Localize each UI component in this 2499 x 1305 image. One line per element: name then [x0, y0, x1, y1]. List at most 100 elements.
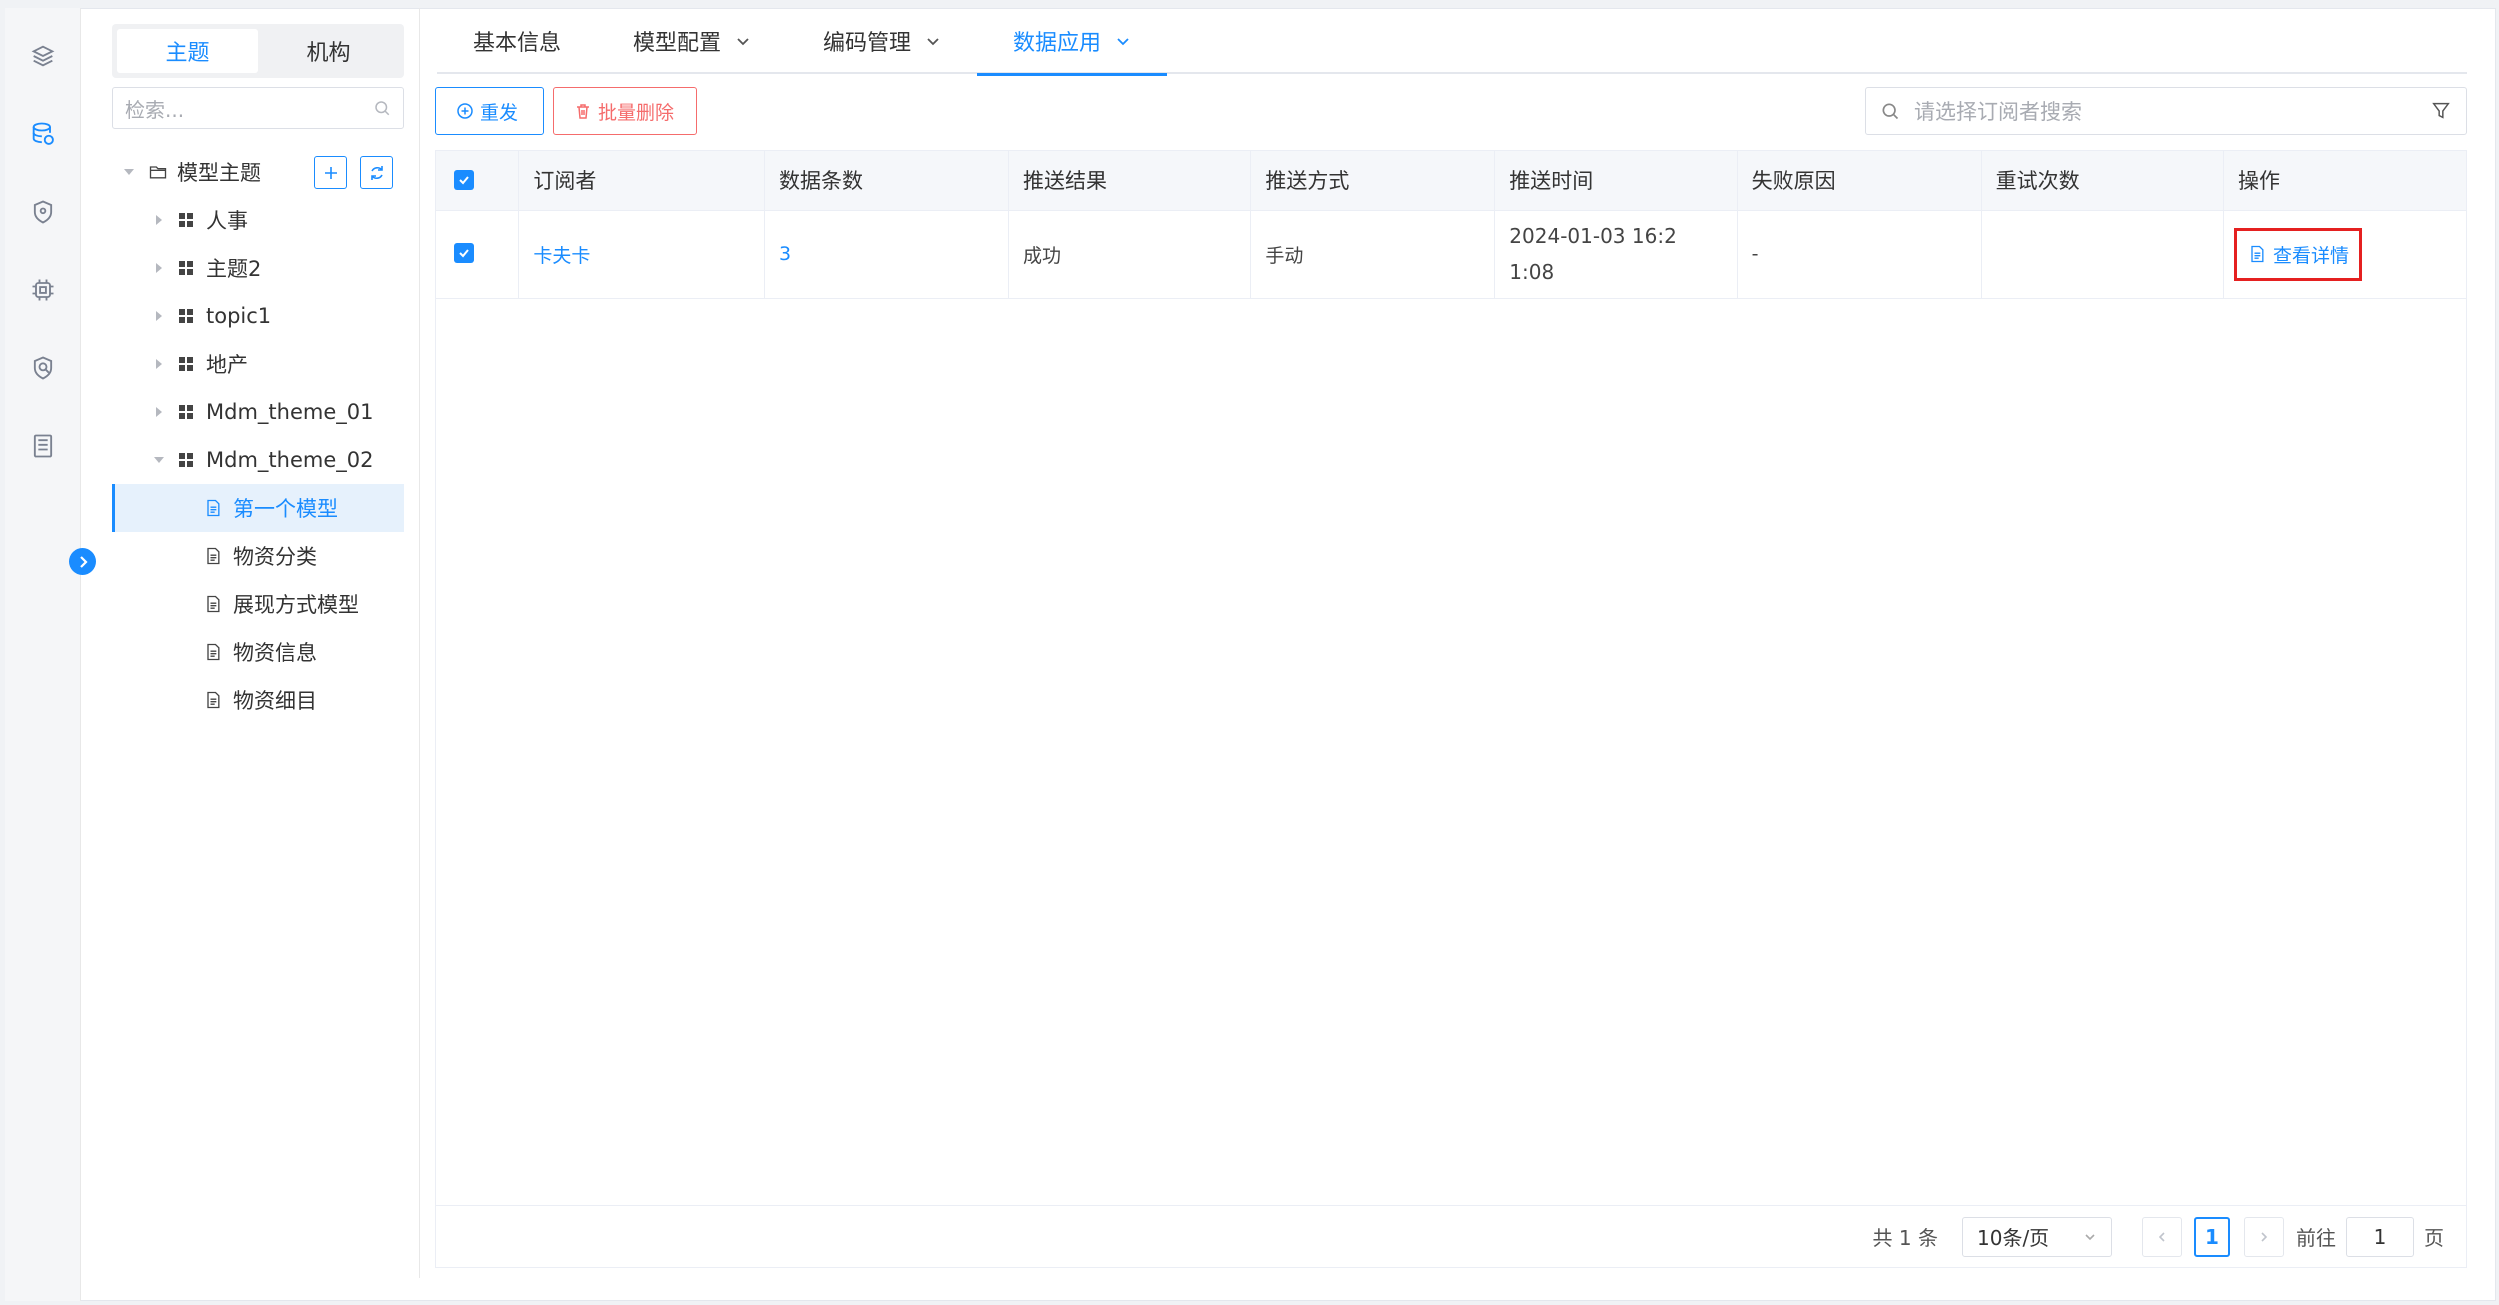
caret-right-icon[interactable] — [152, 357, 166, 371]
grid-icon — [176, 354, 196, 374]
tree-leaf[interactable]: 物资信息 — [112, 628, 404, 676]
result-cell: 成功 — [1008, 210, 1252, 299]
document-icon — [203, 690, 223, 710]
caret-right-icon[interactable] — [152, 213, 166, 227]
tree-leaf-label: 物资分类 — [233, 545, 317, 569]
table-header-row: 订阅者 数据条数 推送结果 推送方式 推送时间 失败原因 重试次数 操作 — [436, 151, 2466, 211]
document-icon — [203, 642, 223, 662]
page-suffix: 页 — [2424, 1226, 2444, 1250]
tree-search-placeholder: 检索... — [125, 97, 185, 122]
filter-icon[interactable] — [2430, 100, 2452, 122]
push-records-table: 订阅者 数据条数 推送结果 推送方式 推送时间 失败原因 重试次数 操作 卡夫卡… — [435, 150, 2467, 1268]
prev-page-button[interactable] — [2142, 1216, 2182, 1257]
method-cell: 手动 — [1250, 210, 1496, 299]
tree-node[interactable]: Mdm_theme_01 — [112, 388, 404, 436]
pagination: 共 1 条 10条/页 1 前往 1 页 — [436, 1205, 2466, 1267]
tab-code-management[interactable]: 编码管理 — [787, 8, 977, 74]
tree-panel: 主题 机构 检索... 模型主题 人事 主题2 topic1 地产 Mdm_th… — [82, 8, 420, 1278]
page-size-value: 10条/页 — [1977, 1226, 2050, 1250]
retries-cell — [1981, 210, 2225, 299]
goto-page-input[interactable]: 1 — [2346, 1216, 2414, 1257]
document-list-icon[interactable] — [29, 432, 57, 460]
layers-icon[interactable] — [29, 42, 57, 70]
caret-right-icon[interactable] — [152, 309, 166, 323]
tree-node-label: topic1 — [206, 304, 272, 328]
row-checkbox[interactable] — [454, 243, 474, 263]
tree-leaf-label: 展现方式模型 — [233, 593, 359, 617]
plus-circle-icon — [457, 103, 473, 119]
document-icon — [203, 594, 223, 614]
column-header: 重试次数 — [1981, 151, 2225, 211]
tree-node[interactable]: Mdm_theme_02 — [112, 436, 404, 484]
add-node-button[interactable] — [314, 156, 347, 189]
push-time: 2024-01-03 16:21:08 — [1509, 224, 1677, 284]
trash-icon — [577, 104, 589, 119]
column-header: 订阅者 — [518, 151, 765, 211]
shield-icon[interactable] — [29, 198, 57, 226]
select-all-checkbox[interactable] — [454, 170, 474, 191]
count-link[interactable]: 3 — [779, 243, 791, 265]
plus-icon — [324, 166, 337, 179]
search-icon — [375, 101, 390, 116]
segment-theme[interactable]: 主题 — [117, 29, 258, 73]
chevron-left-icon — [2158, 1231, 2165, 1242]
tree-node-label: Mdm_theme_02 — [206, 448, 374, 472]
tree-leaf-label: 物资信息 — [233, 641, 317, 665]
subscriber-search-input[interactable]: 请选择订阅者搜索 — [1865, 87, 2467, 135]
database-icon[interactable] — [29, 120, 57, 148]
segment-switch: 主题 机构 — [112, 24, 404, 78]
reason-cell: - — [1737, 210, 1982, 299]
table-row: 卡夫卡 3 成功 手动 2024-01-03 16:21:08 - 查看详情 — [436, 210, 2466, 299]
tab-bar: 基本信息 模型配置 编码管理 数据应用 — [437, 8, 2467, 76]
tab-basic-info[interactable]: 基本信息 — [437, 8, 597, 74]
segment-organization[interactable]: 机构 — [258, 29, 399, 73]
row-select-cell — [436, 210, 520, 299]
caret-down-icon[interactable] — [122, 165, 136, 179]
tree-leaf[interactable]: 物资分类 — [112, 532, 404, 580]
time-cell: 2024-01-03 16:21:08 — [1494, 210, 1738, 299]
tree-search-input[interactable]: 检索... — [112, 87, 404, 129]
tree-root-label: 模型主题 — [177, 161, 261, 185]
tree-node[interactable]: 地产 — [112, 340, 404, 388]
tab-label: 编码管理 — [823, 31, 912, 56]
security-shield-icon[interactable] — [29, 354, 57, 382]
page-number-current[interactable]: 1 — [2194, 1216, 2230, 1257]
caret-right-icon[interactable] — [152, 261, 166, 275]
tab-data-application[interactable]: 数据应用 — [977, 8, 1168, 76]
grid-icon — [176, 210, 196, 230]
check-icon — [459, 176, 469, 185]
tree-node[interactable]: 主题2 — [112, 244, 404, 292]
resend-button[interactable]: 重发 — [435, 87, 544, 135]
column-header: 失败原因 — [1737, 151, 1982, 211]
tree-leaf-label: 物资细目 — [233, 689, 317, 713]
chevron-down-icon — [927, 38, 939, 46]
tree-leaf-label: 第一个模型 — [233, 497, 338, 521]
caret-right-icon[interactable] — [152, 405, 166, 419]
count-cell: 3 — [764, 210, 1009, 299]
tree-leaf-selected[interactable]: 第一个模型 — [112, 484, 404, 532]
next-page-button[interactable] — [2244, 1216, 2284, 1257]
select-all-cell — [436, 151, 520, 211]
view-details-button[interactable]: 查看详情 — [2234, 227, 2363, 281]
tree-node[interactable]: 人事 — [112, 196, 404, 244]
batch-delete-button[interactable]: 批量删除 — [553, 87, 697, 135]
column-header: 推送方式 — [1250, 151, 1496, 211]
check-icon — [459, 249, 469, 258]
tree-node[interactable]: topic1 — [112, 292, 404, 340]
tree-node-label: 人事 — [206, 209, 248, 233]
subscriber-link[interactable]: 卡夫卡 — [533, 245, 590, 267]
tree-root[interactable]: 模型主题 — [112, 148, 404, 196]
document-icon — [203, 498, 223, 518]
folder-icon — [148, 162, 168, 182]
tree-leaf[interactable]: 展现方式模型 — [112, 580, 404, 628]
chip-icon[interactable] — [29, 276, 57, 304]
tree-leaf[interactable]: 物资细目 — [112, 676, 404, 724]
tab-label: 基本信息 — [473, 31, 562, 56]
page-size-select[interactable]: 10条/页 — [1962, 1216, 2112, 1257]
refresh-tree-button[interactable] — [360, 156, 393, 189]
batch-delete-label: 批量删除 — [598, 101, 675, 124]
grid-icon — [176, 306, 196, 326]
caret-down-icon[interactable] — [152, 453, 166, 467]
main-content: 基本信息 模型配置 编码管理 数据应用 重发 批量删除 请选择订阅者搜索 订阅者 — [421, 8, 2496, 1301]
tab-model-config[interactable]: 模型配置 — [597, 8, 787, 74]
